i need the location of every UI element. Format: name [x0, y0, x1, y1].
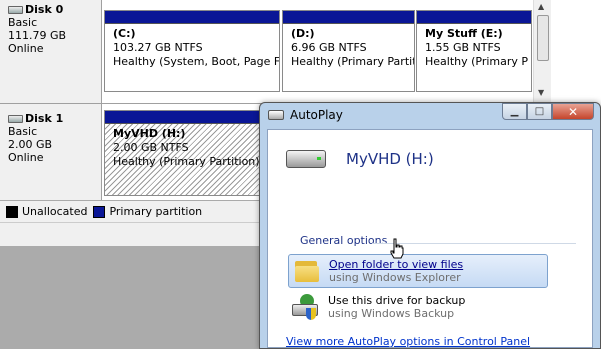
close-icon: ✕ — [567, 104, 579, 119]
disk-0-label[interactable]: Disk 0 Basic 111.79 GB Online — [0, 0, 102, 103]
legend-unallocated: Unallocated — [6, 205, 87, 218]
partition-title: (C:) — [113, 27, 136, 40]
partition-title: MyVHD (H:) — [113, 127, 186, 140]
partition-size: 103.27 GB NTFS — [113, 41, 203, 54]
drive-icon — [268, 110, 284, 120]
maximize-icon: □ — [534, 106, 545, 117]
partition-c[interactable]: (C:) 103.27 GB NTFS Healthy (System, Boo… — [104, 10, 280, 92]
partition-status: Healthy (Primary P — [425, 55, 529, 68]
volume-name: MyVHD (H:) — [346, 150, 434, 168]
disk-1-name-row: Disk 1 — [8, 112, 101, 125]
autoplay-content: MyVHD (H:) General options Open folder t… — [267, 129, 593, 348]
disk-icon — [8, 114, 23, 123]
scroll-up-icon[interactable]: ▲ — [538, 2, 544, 11]
legend-label: Unallocated — [22, 205, 88, 218]
partition-size: 1.55 GB NTFS — [425, 41, 501, 54]
maximize-button[interactable]: □ — [527, 103, 552, 120]
partition-h[interactable]: MyVHD (H:) 2.00 GB NTFS Healthy (Primary… — [104, 110, 264, 196]
option-open-folder[interactable]: Open folder to view files using Windows … — [288, 254, 548, 288]
folder-icon — [293, 258, 321, 284]
partition-e[interactable]: My Stuff (E:) 1.55 GB NTFS Healthy (Prim… — [416, 10, 532, 92]
window-title: AutoPlay — [290, 108, 343, 122]
vertical-scrollbar[interactable]: ▲ ▼ — [533, 0, 551, 103]
scroll-down-icon[interactable]: ▼ — [538, 88, 544, 97]
partition-bar — [417, 11, 531, 24]
disk-icon — [8, 5, 23, 14]
partition-bar — [105, 111, 263, 124]
disk-0-size: 111.79 GB — [8, 29, 67, 42]
disk-0-status: Online — [8, 42, 44, 55]
option-subtitle: using Windows Backup — [328, 307, 455, 320]
option-text: Open folder to view files using Windows … — [329, 258, 463, 284]
legend-primary: Primary partition — [93, 205, 202, 218]
disk-1-label[interactable]: Disk 1 Basic 2.00 GB Online — [0, 104, 102, 200]
more-options-link[interactable]: View more AutoPlay options in Control Pa… — [286, 335, 530, 348]
legend-swatch — [93, 206, 106, 218]
close-button[interactable]: ✕ — [552, 103, 594, 120]
partition-size: 6.96 GB NTFS — [291, 41, 367, 54]
partition-legend: Unallocated Primary partition — [0, 200, 260, 222]
partition-status: Healthy (Primary Partit — [291, 55, 415, 68]
title-bar[interactable]: AutoPlay ▁ □ ✕ — [260, 103, 600, 129]
option-title: Use this drive for backup — [328, 294, 466, 307]
scroll-thumb[interactable] — [537, 15, 549, 61]
minimize-button[interactable]: ▁ — [502, 103, 527, 120]
disk-1-type: Basic — [8, 125, 38, 138]
partition-bar — [105, 11, 279, 24]
option-subtitle: using Windows Explorer — [329, 271, 461, 284]
partition-status: Healthy (Primary Partition) — [113, 155, 260, 168]
volume-header: MyVHD (H:) — [286, 150, 434, 168]
disk-0-name: Disk 0 — [25, 3, 64, 16]
disk-0-type: Basic — [8, 16, 38, 29]
partition-size: 2.00 GB NTFS — [113, 141, 189, 154]
caption-buttons: ▁ □ ✕ — [502, 103, 594, 120]
partition-status: Healthy (System, Boot, Page Fi — [113, 55, 280, 68]
disk-1-size: 2.00 GB — [8, 138, 53, 151]
partition-title: My Stuff (E:) — [425, 27, 503, 40]
partition-d[interactable]: (D:) 6.96 GB NTFS Healthy (Primary Parti… — [282, 10, 415, 92]
minimize-icon: ▁ — [510, 106, 519, 117]
option-text: Use this drive for backup using Windows … — [328, 294, 465, 320]
disk-0-name-row: Disk 0 — [8, 3, 101, 16]
disk-1-name: Disk 1 — [25, 112, 64, 125]
option-backup[interactable]: Use this drive for backup using Windows … — [288, 290, 548, 324]
hand-cursor-icon — [390, 238, 404, 259]
partition-bar — [283, 11, 414, 24]
backup-icon — [292, 294, 320, 320]
group-label: General options — [300, 234, 388, 247]
legend-swatch — [6, 206, 18, 218]
disk-1-status: Online — [8, 151, 44, 164]
legend-label: Primary partition — [109, 205, 203, 218]
partition-title: (D:) — [291, 27, 315, 40]
removable-drive-icon — [286, 150, 326, 168]
autoplay-window: AutoPlay ▁ □ ✕ MyVHD (H:) General option… — [259, 102, 601, 349]
